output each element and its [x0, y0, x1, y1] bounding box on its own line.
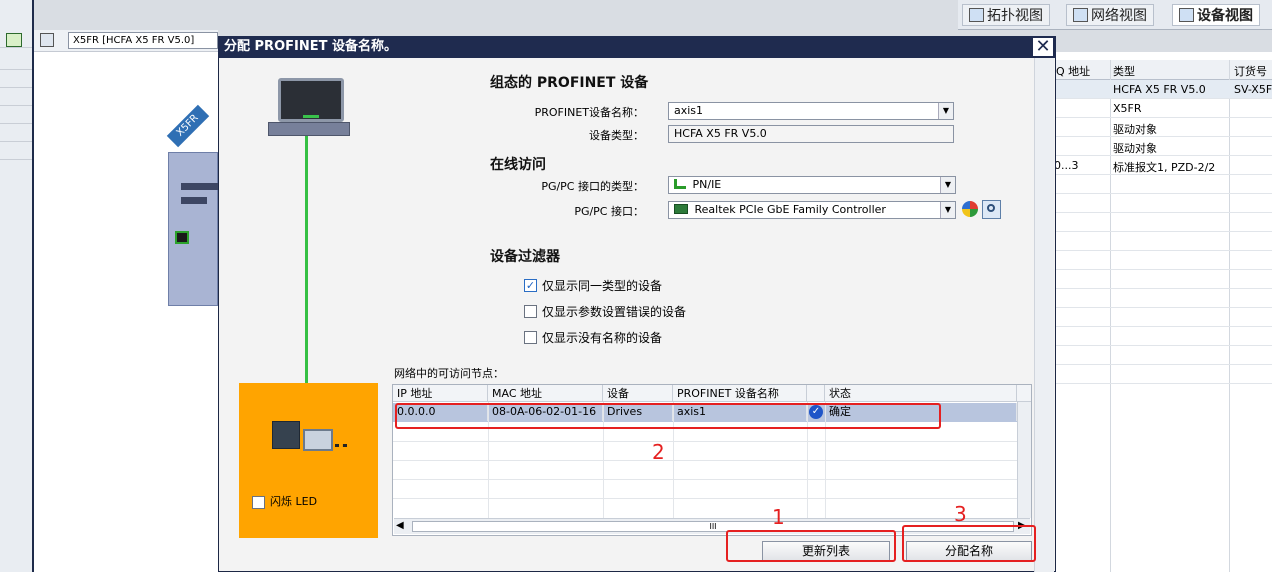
grid-line — [393, 498, 1017, 499]
diagnostics-icon[interactable] — [962, 201, 978, 217]
device-name-field[interactable]: axis1 ▼ — [668, 102, 954, 120]
table-row — [1052, 232, 1272, 251]
col-q-address: Q 地址 — [1056, 65, 1091, 78]
scroll-left-icon[interactable]: ◀ — [396, 520, 404, 531]
device-type-label: 设备类型： — [589, 129, 644, 142]
device-view-icon — [1179, 8, 1194, 22]
tab-device-view[interactable]: 设备视图 — [1172, 4, 1260, 26]
strip-row — [0, 142, 32, 160]
table-row — [1052, 213, 1272, 232]
table-row — [1052, 346, 1272, 365]
grid-line — [393, 479, 1017, 480]
filter-param-error-checkbox[interactable] — [524, 305, 537, 318]
flash-led-checkbox[interactable] — [252, 496, 265, 509]
device-slot — [181, 183, 219, 190]
highlight-box-refresh — [726, 530, 896, 562]
network-node-icon — [303, 429, 333, 451]
grid-line — [393, 460, 1017, 461]
tab-topology-view[interactable]: 拓扑视图 — [962, 4, 1050, 26]
table-row[interactable]: 驱动对象 — [1052, 118, 1272, 137]
table-row — [1052, 327, 1272, 346]
view-tabs: 拓扑视图 网络视图 设备视图 — [958, 0, 1272, 30]
filter-no-name-label: 仅显示没有名称的设备 — [542, 331, 663, 345]
table-row — [1052, 194, 1272, 213]
filter-same-type-label: 仅显示同一类型的设备 — [542, 279, 663, 293]
nic-icon — [674, 204, 688, 214]
device-graphic[interactable] — [168, 152, 219, 306]
highlight-box-assign — [902, 525, 1036, 562]
strip-row — [0, 70, 32, 88]
search-icon[interactable] — [982, 200, 1001, 219]
annotation-label: 2 — [652, 440, 665, 464]
device-slot — [181, 197, 207, 204]
flash-led-label: 闪烁 LED — [270, 495, 318, 508]
filter-param-error-label: 仅显示参数设置错误的设备 — [542, 305, 687, 319]
table-row[interactable]: HCFA X5 FR V5.0 SV-X5F — [1052, 80, 1272, 99]
table-row — [1052, 365, 1272, 384]
dialog-scrollbar[interactable] — [1034, 58, 1054, 572]
table-row — [1052, 175, 1272, 194]
iface-type-select[interactable]: PN/IE ▼ — [668, 176, 956, 194]
table-row — [1052, 289, 1272, 308]
iface-type-label: PG/PC 接口的类型： — [541, 180, 644, 193]
col-type: 类型 — [1113, 65, 1135, 78]
device-select[interactable]: X5FR [HCFA X5 FR V5.0] — [68, 32, 218, 49]
chevron-down-icon[interactable]: ▼ — [938, 103, 953, 119]
col-device[interactable]: 设备 — [603, 385, 673, 402]
network-icon — [1073, 8, 1088, 22]
col-ip[interactable]: IP 地址 — [393, 385, 488, 402]
pg-pc-led — [303, 115, 319, 118]
iface-select[interactable]: Realtek PCIe GbE Family Controller ▼ — [668, 201, 956, 219]
device-overview-header: Q 地址 类型 订货号 — [1052, 60, 1272, 80]
configured-device-title: 组态的 PROFINET 设备 — [490, 75, 649, 91]
filter-no-name-checkbox[interactable] — [524, 331, 537, 344]
overview-icon[interactable] — [6, 33, 22, 47]
table-row[interactable]: 0...3 标准报文1, PZD-2/2 — [1052, 156, 1272, 175]
strip-row — [0, 106, 32, 124]
chevron-down-icon[interactable]: ▼ — [940, 202, 955, 218]
strip-row — [0, 88, 32, 106]
topology-icon — [969, 8, 984, 22]
table-row — [1052, 308, 1272, 327]
more-icon — [335, 443, 347, 447]
table-row[interactable]: X5FR — [1052, 99, 1272, 118]
chevron-down-icon[interactable]: ▼ — [940, 177, 955, 193]
filter-same-type-checkbox[interactable] — [524, 279, 537, 292]
port-icon[interactable] — [175, 231, 189, 244]
annotation-label: 3 — [954, 502, 967, 526]
col-status-icon — [807, 385, 825, 402]
device-settings-icon[interactable] — [40, 33, 54, 47]
table-row — [1052, 251, 1272, 270]
pg-pc-base — [268, 122, 350, 136]
pg-pc-icon — [278, 78, 344, 122]
strip-row — [0, 124, 32, 142]
dialog-title: 分配 PROFINET 设备名称。 — [218, 36, 1056, 58]
tab-network-view[interactable]: 网络视图 — [1066, 4, 1154, 26]
strip-row — [0, 52, 32, 70]
annotation-label: 1 — [772, 505, 785, 529]
table-row — [1052, 270, 1272, 289]
col-status[interactable]: 状态 — [825, 385, 1017, 402]
col-order-no: 订货号 — [1234, 65, 1267, 78]
search-lens — [987, 204, 995, 212]
close-button[interactable]: ✕ — [1032, 37, 1054, 57]
table-scroll-corner — [1017, 385, 1031, 402]
nodes-caption: 网络中的可访问节点： — [394, 367, 504, 380]
highlight-box-node — [395, 403, 941, 429]
iface-label: PG/PC 接口： — [574, 205, 644, 218]
device-filter-title: 设备过滤器 — [490, 249, 560, 265]
device-type-field: HCFA X5 FR V5.0 — [668, 125, 954, 143]
col-mac[interactable]: MAC 地址 — [488, 385, 603, 402]
device-name-label: PROFINET设备名称： — [534, 106, 644, 119]
col-profinet-name[interactable]: PROFINET 设备名称 — [673, 385, 807, 402]
drive-icon — [272, 421, 300, 449]
pnie-icon — [674, 179, 686, 189]
table-row[interactable]: 驱动对象 — [1052, 137, 1272, 156]
left-project-strip — [0, 0, 34, 572]
table-vscroll[interactable] — [1017, 402, 1031, 518]
online-access-title: 在线访问 — [490, 157, 546, 173]
target-device-panel: 闪烁 LED — [239, 383, 378, 538]
grid-line — [393, 441, 1017, 442]
